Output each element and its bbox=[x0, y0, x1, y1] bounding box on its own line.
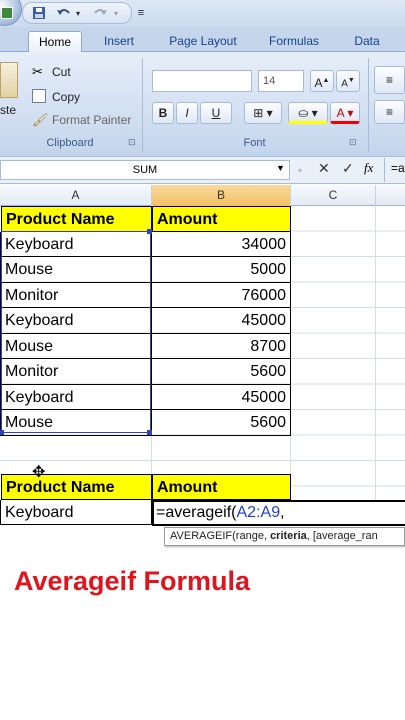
undo-dropdown-icon[interactable]: ▾ bbox=[74, 4, 82, 22]
save-icon[interactable] bbox=[30, 4, 48, 22]
tab-formulas[interactable]: Formulas bbox=[260, 31, 328, 52]
column-header-d[interactable] bbox=[376, 185, 405, 206]
column-header-b[interactable]: B bbox=[152, 185, 291, 206]
table-cell-amount[interactable]: 5000 bbox=[152, 257, 291, 283]
customize-qat-icon[interactable]: ≡ bbox=[136, 4, 146, 22]
undo-icon[interactable] bbox=[54, 4, 74, 22]
move-cursor-icon: ✥ bbox=[32, 464, 46, 481]
header-product-name[interactable]: Product Name bbox=[1, 206, 152, 232]
font-group-label: Font bbox=[243, 137, 266, 149]
table-cell-amount[interactable]: 34000 bbox=[152, 231, 291, 257]
tooltip-current-arg: criteria bbox=[270, 530, 307, 542]
formula-suffix: , bbox=[280, 503, 285, 521]
font-size-combo[interactable]: 14 bbox=[258, 70, 304, 92]
range-handle[interactable] bbox=[147, 430, 152, 435]
group-separator bbox=[368, 58, 369, 152]
column-header-c[interactable]: C bbox=[291, 185, 376, 206]
font-launcher-icon[interactable]: ⊡ bbox=[349, 137, 357, 148]
range-handle[interactable] bbox=[147, 229, 152, 234]
clipboard-group-label: Clipboard bbox=[46, 137, 94, 149]
tab-page-layout[interactable]: Page Layout bbox=[160, 31, 246, 52]
criteria-cell[interactable]: Keyboard bbox=[0, 499, 152, 525]
table-cell-amount[interactable]: 45000 bbox=[152, 384, 291, 410]
tab-data[interactable]: Data bbox=[346, 31, 388, 52]
header2-product-name[interactable]: Product Name bbox=[1, 474, 152, 500]
divider bbox=[384, 158, 385, 182]
format-painter-icon[interactable]: 🖌 bbox=[32, 112, 49, 127]
table-cell-amount[interactable]: 45000 bbox=[152, 308, 291, 334]
table-cell-amount[interactable]: 8700 bbox=[152, 333, 291, 359]
grow-font-icon[interactable]: A▲ bbox=[310, 70, 334, 92]
caption-title: Averageif Formula bbox=[14, 566, 251, 596]
cancel-icon[interactable]: ✕ bbox=[318, 160, 330, 177]
cut-button[interactable]: Cut bbox=[52, 64, 71, 80]
redo-dropdown-icon[interactable]: ▾ bbox=[112, 4, 120, 22]
name-box[interactable]: SUM bbox=[0, 160, 290, 180]
copy-icon[interactable] bbox=[32, 89, 46, 103]
paste-icon[interactable] bbox=[0, 62, 18, 98]
cut-icon[interactable]: ✂ bbox=[32, 64, 48, 80]
enter-icon[interactable]: ✓ bbox=[342, 160, 354, 177]
formula-prefix: =averageif( bbox=[156, 503, 237, 521]
header2-amount[interactable]: Amount bbox=[152, 474, 291, 500]
table-cell-amount[interactable]: 76000 bbox=[152, 282, 291, 308]
range-handle[interactable] bbox=[0, 430, 4, 435]
function-tooltip: AVERAGEIF(range, criteria, [average_ran bbox=[164, 527, 405, 546]
paste-label[interactable]: ste bbox=[0, 102, 20, 118]
table-cell-amount[interactable]: 5600 bbox=[152, 410, 291, 436]
clipboard-launcher-icon[interactable]: ⊡ bbox=[128, 137, 136, 148]
italic-button[interactable]: I bbox=[176, 102, 198, 124]
redo-icon[interactable] bbox=[90, 4, 110, 22]
fill-color-icon[interactable]: ⛀ ▾ bbox=[288, 102, 328, 124]
align-top-icon[interactable]: ≡ bbox=[374, 66, 405, 94]
borders-icon[interactable]: ⊞ ▾ bbox=[244, 102, 282, 124]
active-formula-cell[interactable]: =averageif(A2:A9, bbox=[152, 499, 405, 526]
shrink-font-icon[interactable]: A▼ bbox=[336, 70, 360, 92]
bold-button[interactable]: B bbox=[152, 102, 174, 124]
format-painter-button[interactable]: Format Painter bbox=[52, 112, 131, 128]
name-box-dropdown-icon[interactable]: ▼ bbox=[276, 163, 285, 173]
copy-button[interactable]: Copy bbox=[52, 89, 80, 105]
align-left-icon[interactable]: ≡ bbox=[374, 100, 405, 124]
tab-home[interactable]: Home bbox=[28, 31, 82, 52]
tooltip-rest: , [average_ran bbox=[306, 530, 378, 542]
column-header-a[interactable]: A bbox=[0, 185, 152, 206]
tooltip-fn: AVERAGEIF(range, bbox=[170, 530, 271, 542]
name-box-value: SUM bbox=[132, 164, 158, 176]
tab-insert[interactable]: Insert bbox=[94, 31, 144, 52]
font-name-combo[interactable] bbox=[152, 70, 252, 92]
formula-input[interactable]: =a bbox=[391, 161, 405, 175]
underline-button[interactable]: U bbox=[200, 102, 232, 124]
formula-bar-handle-icon: ◦ bbox=[298, 163, 303, 177]
header-amount[interactable]: Amount bbox=[152, 206, 291, 232]
range-highlight bbox=[1, 231, 151, 433]
font-color-icon[interactable]: A ▾ bbox=[330, 102, 360, 124]
table-cell-amount[interactable]: 5600 bbox=[152, 359, 291, 385]
formula-range-ref: A2:A9 bbox=[236, 503, 281, 521]
insert-function-icon[interactable]: fx bbox=[364, 160, 373, 176]
